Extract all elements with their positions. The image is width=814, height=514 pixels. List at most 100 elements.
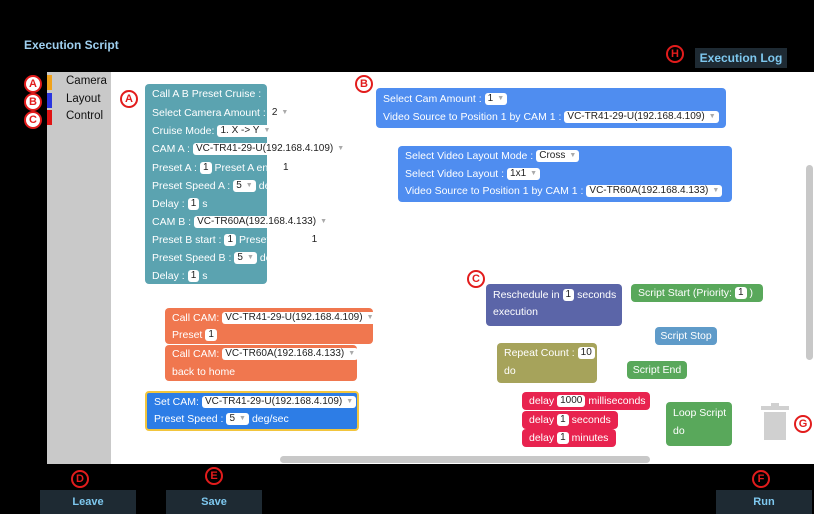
delay-seconds-input[interactable]: 1 bbox=[557, 414, 569, 426]
loop-script-block[interactable]: Loop Script do bbox=[666, 402, 732, 446]
cam-amount-dropdown[interactable]: 1 ▼ bbox=[484, 93, 508, 105]
delay-a-row: Delay : 1 s bbox=[152, 198, 208, 210]
marker-h: H bbox=[666, 45, 684, 63]
chevron-down-icon: ▼ bbox=[263, 127, 271, 134]
repeat-input[interactable]: 10 bbox=[577, 347, 595, 359]
priority-input[interactable]: 1 bbox=[734, 287, 747, 299]
layout-mode-row: Select Video Layout Mode : Cross ▼ bbox=[405, 148, 580, 164]
execution-label: execution bbox=[493, 306, 538, 318]
loop-label: Loop Script bbox=[673, 407, 727, 419]
cam-a-row: CAM A : VC-TR41-29-U(192.168.4.109) ▼ bbox=[152, 141, 348, 157]
cruise-title: Call A B Preset Cruise : bbox=[152, 88, 262, 100]
marker-g: G bbox=[794, 415, 812, 433]
horizontal-scrollbar[interactable] bbox=[280, 456, 650, 463]
layout-row: Select Video Layout : 1x1 ▼ bbox=[405, 166, 541, 182]
call-cam-row: Call CAM: VC-TR41-29-U(192.168.4.109) ▼ bbox=[172, 310, 377, 326]
chevron-down-icon: ▼ bbox=[320, 218, 327, 225]
script-start-block[interactable]: Script Start (Priority: 1 ) bbox=[631, 284, 763, 302]
cruise-mode-row: Cruise Mode: 1. X -> Y ▼ bbox=[152, 123, 274, 139]
speed-b-dropdown[interactable]: 5 ▼ bbox=[234, 252, 257, 264]
repeat-row: Repeat Count : 10 bbox=[504, 345, 595, 361]
save-button[interactable]: Save bbox=[166, 490, 262, 514]
layout-color-bar bbox=[47, 93, 52, 108]
preset-a-end-input[interactable]: 1 bbox=[279, 162, 292, 174]
run-button[interactable]: Run bbox=[716, 490, 812, 514]
chevron-down-icon: ▼ bbox=[712, 187, 720, 194]
chevron-down-icon: ▼ bbox=[569, 152, 577, 159]
preset-a-input[interactable]: 1 bbox=[199, 162, 212, 174]
category-control[interactable]: Control bbox=[47, 110, 111, 125]
set-speed-dropdown[interactable]: 5 ▼ bbox=[226, 413, 249, 425]
preset-cruise-block[interactable]: Call A B Preset Cruise : Select Camera A… bbox=[145, 84, 348, 284]
reschedule-block[interactable]: Reschedule in 1 seconds execution bbox=[486, 284, 622, 326]
marker-e: E bbox=[205, 467, 223, 485]
marker-c: C bbox=[467, 270, 485, 288]
layout-dropdown[interactable]: 1x1 ▼ bbox=[507, 168, 541, 180]
execution-log-button[interactable]: Execution Log bbox=[695, 48, 787, 68]
camera-amount-dropdown[interactable]: 2 ▼ bbox=[268, 107, 292, 119]
chevron-down-icon: ▼ bbox=[346, 398, 354, 405]
video-source-dropdown[interactable]: VC-TR41-29-U(192.168.4.109) ▼ bbox=[564, 111, 719, 123]
script-start-row: Script Start (Priority: 1 ) bbox=[638, 287, 753, 299]
cruise-mode-dropdown[interactable]: 1. X -> Y ▼ bbox=[217, 125, 274, 137]
marker-b: B bbox=[24, 93, 42, 111]
set-cam-dropdown[interactable]: VC-TR41-29-U(192.168.4.109) ▼ bbox=[201, 396, 357, 408]
delay-ms-input[interactable]: 1000 bbox=[557, 395, 586, 407]
category-camera[interactable]: Camera bbox=[47, 75, 111, 90]
home-label: back to home bbox=[172, 366, 236, 378]
preset-input[interactable]: 1 bbox=[205, 329, 217, 341]
category-label: Camera bbox=[66, 75, 107, 87]
category-label: Control bbox=[66, 110, 104, 122]
delay-minutes-input[interactable]: 1 bbox=[557, 432, 569, 444]
chevron-down-icon: ▼ bbox=[239, 415, 246, 422]
video-layout-block[interactable]: Select Video Layout Mode : Cross ▼ Select… bbox=[398, 146, 732, 202]
layout-source-row: Video Source to Position 1 by CAM 1 : VC… bbox=[405, 183, 723, 199]
delay-b-input[interactable]: 1 bbox=[187, 270, 200, 282]
chevron-down-icon: ▼ bbox=[337, 145, 345, 152]
preset-b-end-input[interactable]: 1 bbox=[308, 234, 321, 246]
speed-a-dropdown[interactable]: 5 ▼ bbox=[233, 180, 256, 192]
delay-seconds-block[interactable]: delay 1 seconds bbox=[522, 411, 618, 429]
preset-a-row: Preset A : 1 Preset A end: 1 bbox=[152, 160, 292, 176]
marker-c: C bbox=[24, 111, 42, 129]
marker-b: B bbox=[355, 75, 373, 93]
preset-row: Preset 1 bbox=[172, 327, 217, 343]
control-color-bar bbox=[47, 110, 52, 125]
cam-a-dropdown[interactable]: VC-TR41-29-U(192.168.4.109) ▼ bbox=[192, 143, 348, 155]
script-end-block[interactable]: Script End bbox=[627, 361, 687, 379]
category-label: Layout bbox=[66, 93, 101, 105]
reschedule-row: Reschedule in 1 seconds bbox=[493, 289, 617, 301]
category-sidebar bbox=[47, 72, 111, 464]
repeat-count-block[interactable]: Repeat Count : 10 do bbox=[497, 343, 597, 383]
trash-icon[interactable] bbox=[760, 403, 790, 441]
chevron-down-icon: ▼ bbox=[246, 254, 254, 261]
set-cam-block[interactable]: Set CAM: VC-TR41-29-U(192.168.4.109) ▼ Pr… bbox=[145, 391, 359, 431]
delay-ms-row: delay 1000 milliseconds bbox=[529, 395, 646, 407]
set-cam-row: Set CAM: VC-TR41-29-U(192.168.4.109) ▼ bbox=[154, 394, 357, 410]
preset-b-input[interactable]: 1 bbox=[224, 234, 237, 246]
delay-minutes-block[interactable]: delay 1 minutes bbox=[522, 429, 616, 447]
call-cam-preset-block[interactable]: Call CAM: VC-TR41-29-U(192.168.4.109) ▼ P… bbox=[165, 308, 377, 344]
delay-ms-block[interactable]: delay 1000 milliseconds bbox=[522, 392, 650, 410]
call-cam-row: Call CAM: VC-TR60A(192.168.4.133) ▼ bbox=[172, 346, 359, 362]
layout-mode-dropdown[interactable]: Cross ▼ bbox=[536, 150, 580, 162]
call-cam-dropdown[interactable]: VC-TR60A(192.168.4.133) ▼ bbox=[222, 348, 359, 360]
marker-a: A bbox=[120, 90, 138, 108]
call-cam-dropdown[interactable]: VC-TR41-29-U(192.168.4.109) ▼ bbox=[222, 312, 377, 324]
reschedule-input[interactable]: 1 bbox=[562, 289, 575, 301]
chevron-down-icon: ▼ bbox=[245, 182, 253, 189]
cam-b-row: CAM B : VC-TR60A(192.168.4.133) ▼ bbox=[152, 214, 330, 230]
layout-source-dropdown[interactable]: VC-TR60A(192.168.4.133) ▼ bbox=[586, 185, 723, 197]
leave-button[interactable]: Leave bbox=[40, 490, 136, 514]
cam-source-block[interactable]: Select Cam Amount : 1 ▼ Video Source to P… bbox=[376, 88, 726, 128]
page-title: Execution Script bbox=[24, 38, 119, 52]
vertical-scrollbar[interactable] bbox=[806, 165, 813, 360]
category-layout[interactable]: Layout bbox=[47, 93, 111, 108]
delay-a-input[interactable]: 1 bbox=[187, 198, 200, 210]
script-stop-block[interactable]: Script Stop bbox=[655, 327, 717, 345]
call-cam-home-block[interactable]: Call CAM: VC-TR60A(192.168.4.133) ▼ back … bbox=[165, 345, 359, 381]
delay-seconds-row: delay 1 seconds bbox=[529, 414, 611, 426]
cam-b-dropdown[interactable]: VC-TR60A(192.168.4.133) ▼ bbox=[194, 216, 330, 228]
camera-color-bar bbox=[47, 75, 52, 90]
speed-b-row: Preset Speed B : 5 ▼ deg/sec bbox=[152, 252, 297, 264]
